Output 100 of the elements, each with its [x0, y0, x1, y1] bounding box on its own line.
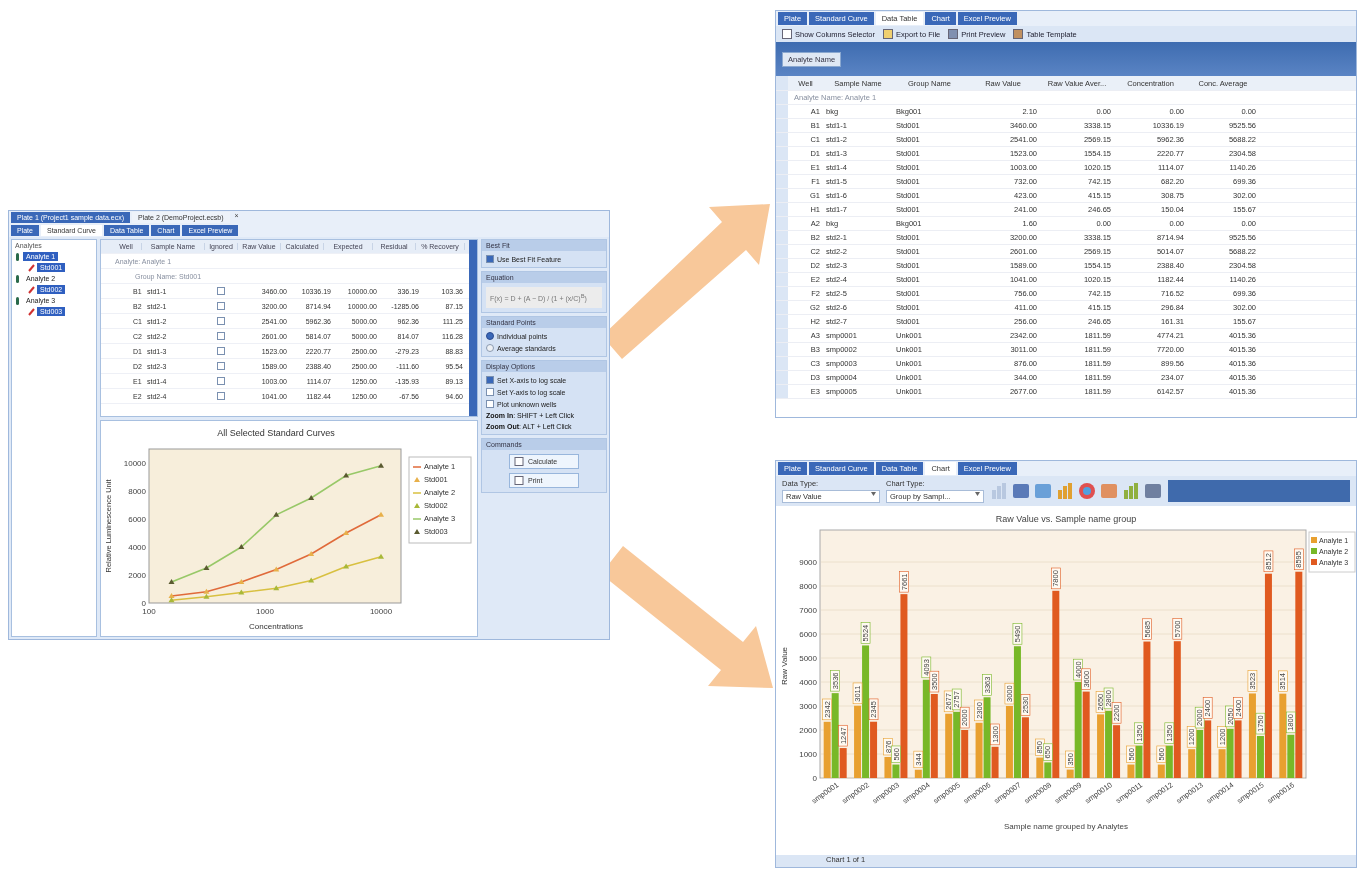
legend-marker [414, 503, 420, 508]
checkbox[interactable] [486, 255, 494, 263]
legend-line [412, 466, 422, 468]
legend-line [412, 518, 422, 520]
row-header[interactable] [776, 371, 788, 384]
data-point [308, 495, 315, 500]
cursor-icon[interactable] [1012, 482, 1030, 500]
tick-label: 0 [812, 774, 817, 783]
row-header[interactable] [776, 273, 788, 286]
data-point [343, 472, 350, 478]
axis-title: Concentrations [249, 622, 303, 631]
chart-title: All Selected Standard Curves [217, 428, 335, 438]
row-header[interactable] [776, 385, 788, 398]
checkbox[interactable] [217, 361, 225, 370]
tick-label: 10000 [369, 607, 393, 616]
tick-label: 7000 [799, 606, 817, 615]
row-header[interactable] [776, 231, 788, 244]
tick-label: 4000 [799, 678, 817, 687]
row-header[interactable] [776, 287, 788, 300]
pencil-icon [28, 263, 35, 272]
data-point [273, 585, 280, 591]
tick-label: 8000 [799, 582, 817, 591]
row-header[interactable] [776, 315, 788, 328]
radio-button[interactable] [486, 344, 494, 353]
data-point [343, 530, 350, 535]
table-icon [1013, 29, 1024, 39]
data-point [308, 577, 315, 583]
row-header[interactable] [776, 301, 788, 314]
bar-chart-icon[interactable] [1122, 482, 1140, 500]
folder-icon [883, 29, 894, 39]
row-header[interactable] [776, 189, 788, 202]
row-header[interactable] [776, 245, 788, 258]
checkbox[interactable] [217, 391, 225, 400]
checkbox[interactable] [486, 376, 494, 385]
data-point [273, 566, 280, 572]
checkbox[interactable] [217, 331, 225, 340]
tick-label: 4000 [128, 543, 146, 552]
tick-label: 1000 [799, 750, 817, 759]
row-header[interactable] [776, 203, 788, 216]
row-header[interactable] [776, 119, 788, 132]
color-wheel-icon[interactable] [1078, 482, 1096, 500]
tick-label: 2000 [799, 726, 817, 735]
checkbox[interactable] [486, 388, 494, 397]
data-point [203, 565, 210, 570]
legend-marker [414, 477, 420, 482]
tick-label: 100 [142, 607, 156, 616]
tick-label: 10000 [123, 459, 146, 468]
checkbox[interactable] [217, 376, 225, 385]
row-header[interactable] [776, 259, 788, 272]
tick-label: 1000 [256, 607, 274, 616]
data-point [378, 553, 384, 559]
data-point [308, 551, 315, 556]
data-point [273, 511, 280, 517]
row-header[interactable] [776, 357, 788, 370]
tick-label: 3000 [799, 702, 817, 711]
row-header[interactable] [776, 217, 788, 230]
row-header[interactable] [776, 175, 788, 188]
data-point [238, 589, 245, 595]
row-header[interactable] [776, 91, 788, 104]
caret-icon [871, 492, 876, 496]
page-icon [782, 29, 792, 39]
data-point [378, 511, 384, 517]
tick-label: 6000 [128, 515, 146, 524]
data-point [238, 544, 245, 549]
pencil-icon [28, 307, 35, 316]
checkbox[interactable] [217, 346, 225, 355]
printer-icon [948, 29, 959, 39]
row-header[interactable] [776, 76, 788, 90]
legend-line [412, 492, 422, 494]
bar-chart-icon[interactable] [1056, 482, 1074, 500]
tick-label: 2000 [128, 571, 146, 580]
checkbox[interactable] [217, 316, 225, 325]
data-point [378, 462, 384, 468]
row-header[interactable] [776, 343, 788, 356]
tick-label: 0 [141, 599, 146, 608]
tick-label: 6000 [799, 630, 817, 639]
tick-label: 5000 [799, 654, 817, 663]
checkbox[interactable] [217, 286, 225, 295]
axis-title: Sample name grouped by Analytes [1003, 822, 1129, 831]
caret-icon [975, 492, 980, 496]
printer-icon[interactable] [1144, 482, 1162, 500]
legend-marker [414, 529, 420, 534]
checkbox[interactable] [217, 301, 225, 310]
row-header[interactable] [776, 147, 788, 160]
radio-button[interactable] [486, 332, 494, 341]
row-header[interactable] [776, 105, 788, 118]
axis-title: Raw Value [780, 646, 789, 686]
data-point [238, 579, 245, 584]
image-icon[interactable] [1034, 482, 1052, 500]
pencil-icon [28, 285, 35, 294]
data-point [343, 563, 350, 569]
row-header[interactable] [776, 161, 788, 174]
row-header[interactable] [776, 329, 788, 342]
chart-title: Raw Value vs. Sample name group [995, 514, 1137, 524]
data-point [168, 579, 175, 584]
tick-label: 9000 [799, 558, 817, 567]
palette-icon[interactable] [1100, 482, 1118, 500]
row-header[interactable] [776, 133, 788, 146]
checkbox[interactable] [486, 400, 494, 409]
tick-label: 8000 [128, 487, 146, 496]
